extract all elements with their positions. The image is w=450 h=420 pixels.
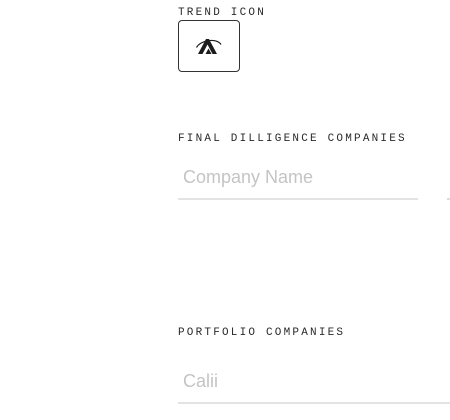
company-name-input[interactable] (178, 162, 418, 192)
portfolio-company-underline (178, 402, 450, 404)
final-diligence-label: FINAL DILLIGENCE COMPANIES (178, 133, 407, 145)
portfolio-companies-label: PORTFOLIO COMPANIES (178, 327, 346, 339)
trend-logo-icon (195, 39, 222, 54)
trend-icon-label: TREND ICON (178, 7, 267, 19)
trend-icon-picker[interactable] (178, 20, 240, 72)
company-name-underline (178, 198, 418, 200)
portfolio-company-input[interactable] (178, 366, 450, 396)
